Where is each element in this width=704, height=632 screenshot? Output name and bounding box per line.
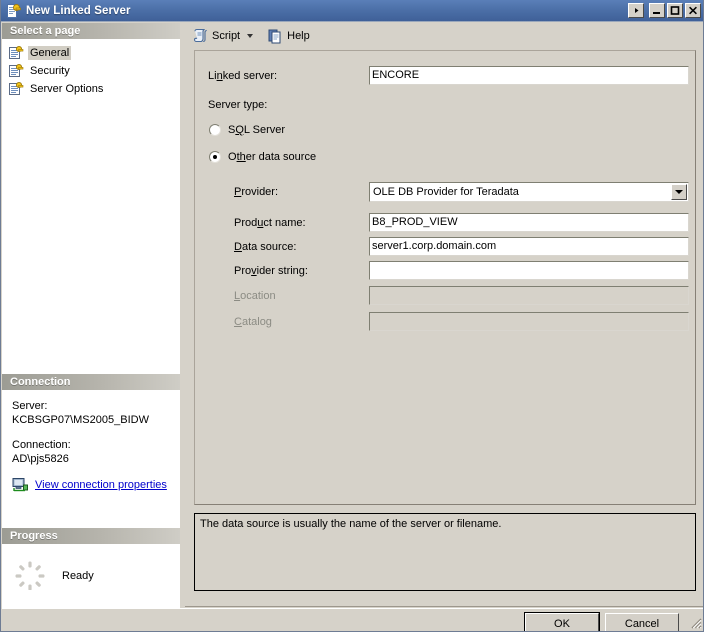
radio-label: Other data source (228, 151, 317, 163)
description-box: The data source is usually the name of t… (194, 513, 696, 591)
sidebar-item-label: Security (30, 64, 70, 77)
server-type-label: Server type: (208, 99, 268, 111)
chevron-down-icon[interactable] (671, 184, 687, 200)
title-bar: New Linked Server (1, 0, 703, 22)
radio-sql-server[interactable]: SQL Server (209, 124, 285, 136)
help-button[interactable]: Help (263, 25, 314, 46)
minimize-button[interactable] (649, 3, 665, 18)
select-page-header: Select a page (2, 23, 180, 40)
linked-server-input[interactable]: ENCORE (369, 66, 689, 85)
window-title: New Linked Server (26, 4, 131, 17)
help-label: Help (287, 29, 310, 42)
computer-connection-icon (12, 477, 29, 493)
location-label: Location (234, 290, 276, 302)
provider-label: Provider: (234, 186, 279, 198)
script-scroll-icon (192, 28, 208, 44)
connection-user-label: Connection: (12, 439, 71, 451)
provider-string-label: Provider string: (234, 265, 308, 277)
radio-button[interactable] (209, 151, 221, 163)
maximize-button[interactable] (667, 3, 683, 18)
script-button[interactable]: Script (188, 25, 257, 46)
data-source-input[interactable]: server1.corp.domain.com (369, 237, 689, 256)
resize-grip[interactable] (688, 615, 702, 629)
sidebar-item-server-options[interactable]: Server Options (8, 80, 180, 97)
sidebar-item-label: Server Options (30, 82, 104, 95)
linked-server-label: Linked server: (208, 70, 278, 82)
right-pane: Script Help Linked server: ENCORE Server… (185, 23, 703, 608)
help-document-icon (267, 28, 283, 44)
footer-separator (185, 606, 703, 607)
general-form-panel: Linked server: ENCORE Server type: SQL S… (194, 50, 696, 505)
page-key-icon (8, 45, 24, 60)
provider-combobox[interactable]: OLE DB Provider for Teradata (369, 182, 689, 202)
close-button[interactable] (685, 3, 701, 18)
connection-body: Server: KCBSGP07\MS2005_BIDW Connection:… (2, 391, 180, 501)
ok-button[interactable]: OK (524, 612, 600, 631)
progress-status: Ready (62, 570, 94, 582)
radio-button[interactable] (209, 124, 221, 136)
provider-value: OLE DB Provider for Teradata (373, 186, 519, 198)
view-connection-properties-row[interactable]: View connection properties (12, 477, 180, 493)
window-buttons (628, 3, 701, 18)
progress-header: Progress (2, 528, 180, 545)
sidebar-item-general[interactable]: General (8, 44, 180, 61)
description-text: The data source is usually the name of t… (200, 518, 502, 530)
page-key-icon (8, 81, 24, 96)
toolbar: Script Help (185, 23, 703, 48)
linked-server-key-icon (5, 3, 21, 19)
radio-label: SQL Server (228, 124, 286, 136)
sidebar-item-security[interactable]: Security (8, 62, 180, 79)
spinner-ring-icon (14, 560, 46, 592)
sidebar-item-label: General (28, 45, 72, 60)
connection-header: Connection (2, 374, 180, 391)
product-name-label: Product name: (234, 217, 306, 229)
new-linked-server-dialog: New Linked Server Select a page General … (0, 0, 704, 632)
catalog-label: Catalog (234, 316, 272, 328)
chevron-down-icon[interactable] (247, 33, 254, 38)
script-label: Script (212, 29, 241, 42)
product-name-input[interactable]: B8_PROD_VIEW (369, 213, 689, 232)
connection-server-value: KCBSGP07\MS2005_BIDW (12, 414, 149, 426)
footer-bar: OK Cancel (2, 608, 703, 631)
location-input (369, 286, 689, 305)
provider-string-input[interactable] (369, 261, 689, 280)
view-connection-properties-link[interactable]: View connection properties (35, 478, 167, 492)
radio-other-data-source[interactable]: Other data source (209, 151, 316, 163)
connection-server-label: Server: (12, 400, 48, 412)
context-arrow-button[interactable] (628, 3, 644, 18)
cancel-button[interactable]: Cancel (605, 613, 679, 631)
page-key-icon (8, 63, 24, 78)
connection-panel: Connection Server: KCBSGP07\MS2005_BIDW … (2, 374, 180, 501)
sidebar: Select a page General Security Server Op… (2, 23, 180, 631)
catalog-input (369, 312, 689, 331)
connection-user-value: AD\pjs5826 (12, 453, 69, 465)
page-list: General Security Server Options (2, 40, 180, 97)
data-source-label: Data source: (234, 241, 297, 253)
